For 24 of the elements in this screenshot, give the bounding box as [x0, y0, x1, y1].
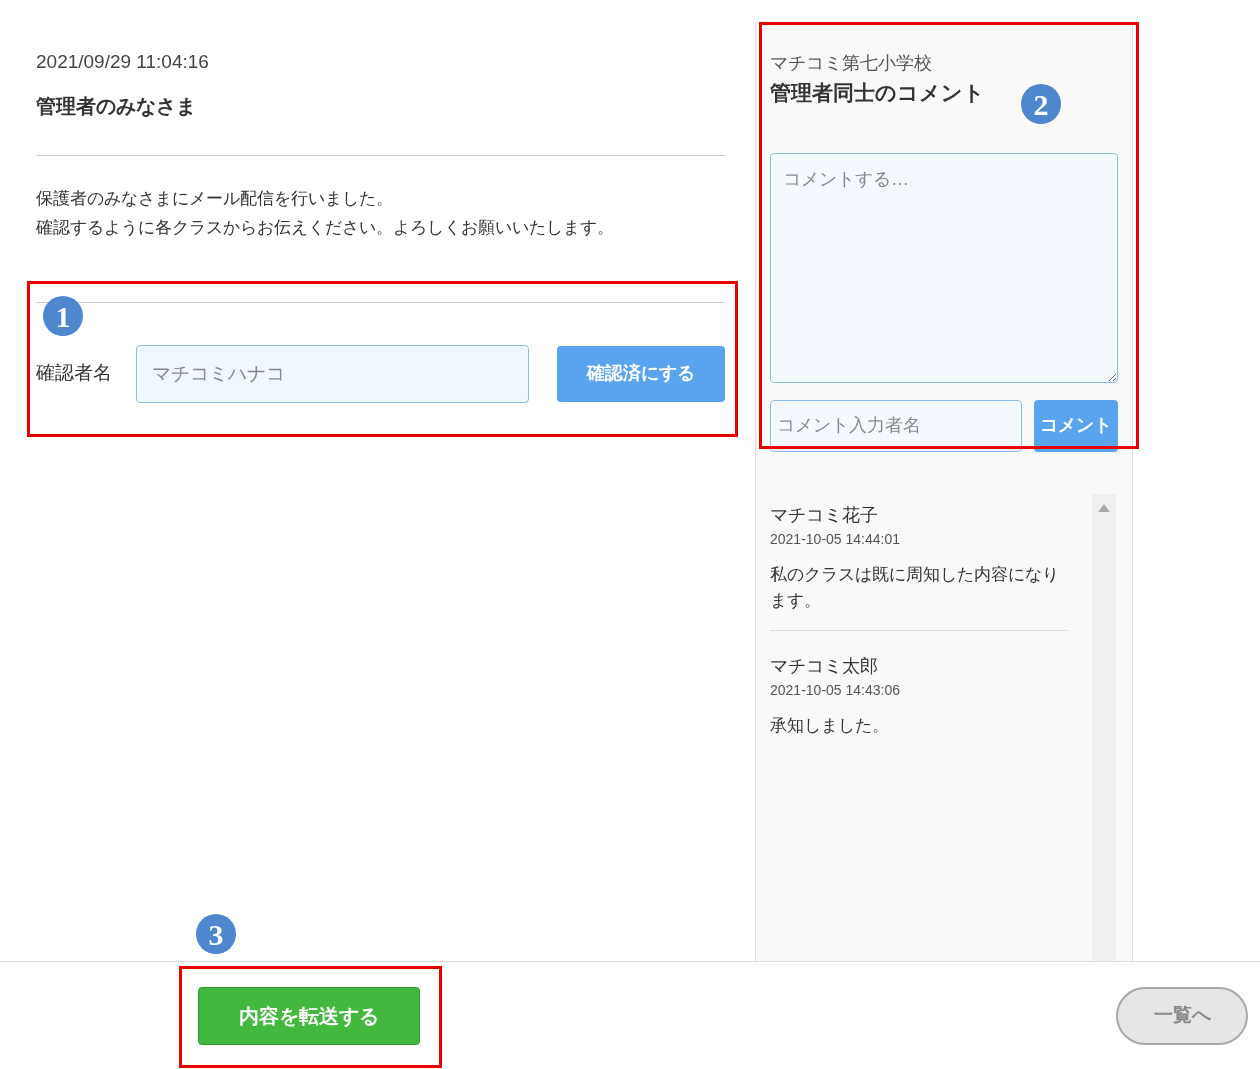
notice-title: 管理者のみなさま — [36, 93, 197, 119]
comment-text: 承知しました。 — [770, 714, 890, 737]
forward-button[interactable]: 内容を転送する — [198, 986, 420, 1045]
step-number-marker: 3 — [196, 914, 236, 954]
notice-body-line: 保護者のみなさまにメール配信を行いました。 — [36, 187, 394, 210]
confirmer-name-field[interactable]: マチコミハナコ — [135, 344, 530, 403]
step-number-marker: 1 — [43, 296, 83, 336]
confirm-button[interactable]: 確認済にする — [557, 345, 725, 402]
panel-title: 管理者同士のコメント — [770, 80, 985, 106]
post-comment-button[interactable]: コメント — [1034, 399, 1118, 452]
scroll-up-icon[interactable] — [1098, 503, 1110, 512]
comment-textarea[interactable]: コメントする… — [770, 152, 1118, 383]
notice-body-line: 確認するように各クラスからお伝えください。よろしくお願いいたします。 — [36, 216, 615, 239]
notice-datetime: 2021/09/29 11:04:16 — [36, 50, 210, 74]
comment-author: マチコミ花子 — [770, 503, 879, 527]
comment-text: 私のクラスは既に周知した内容になります。 — [770, 563, 1060, 612]
scrollbar[interactable] — [1092, 493, 1116, 961]
back-to-list-button[interactable]: 一覧へ — [1116, 986, 1248, 1045]
school-name: マチコミ第七小学校 — [770, 52, 933, 75]
author-name-field[interactable]: コメント入力者名 — [770, 399, 1022, 452]
comment-time: 2021-10-05 14:43:06 — [770, 680, 901, 700]
comment-time: 2021-10-05 14:44:01 — [770, 529, 901, 549]
confirmer-label: 確認者名 — [36, 361, 113, 386]
comment-author: マチコミ太郎 — [770, 654, 879, 678]
